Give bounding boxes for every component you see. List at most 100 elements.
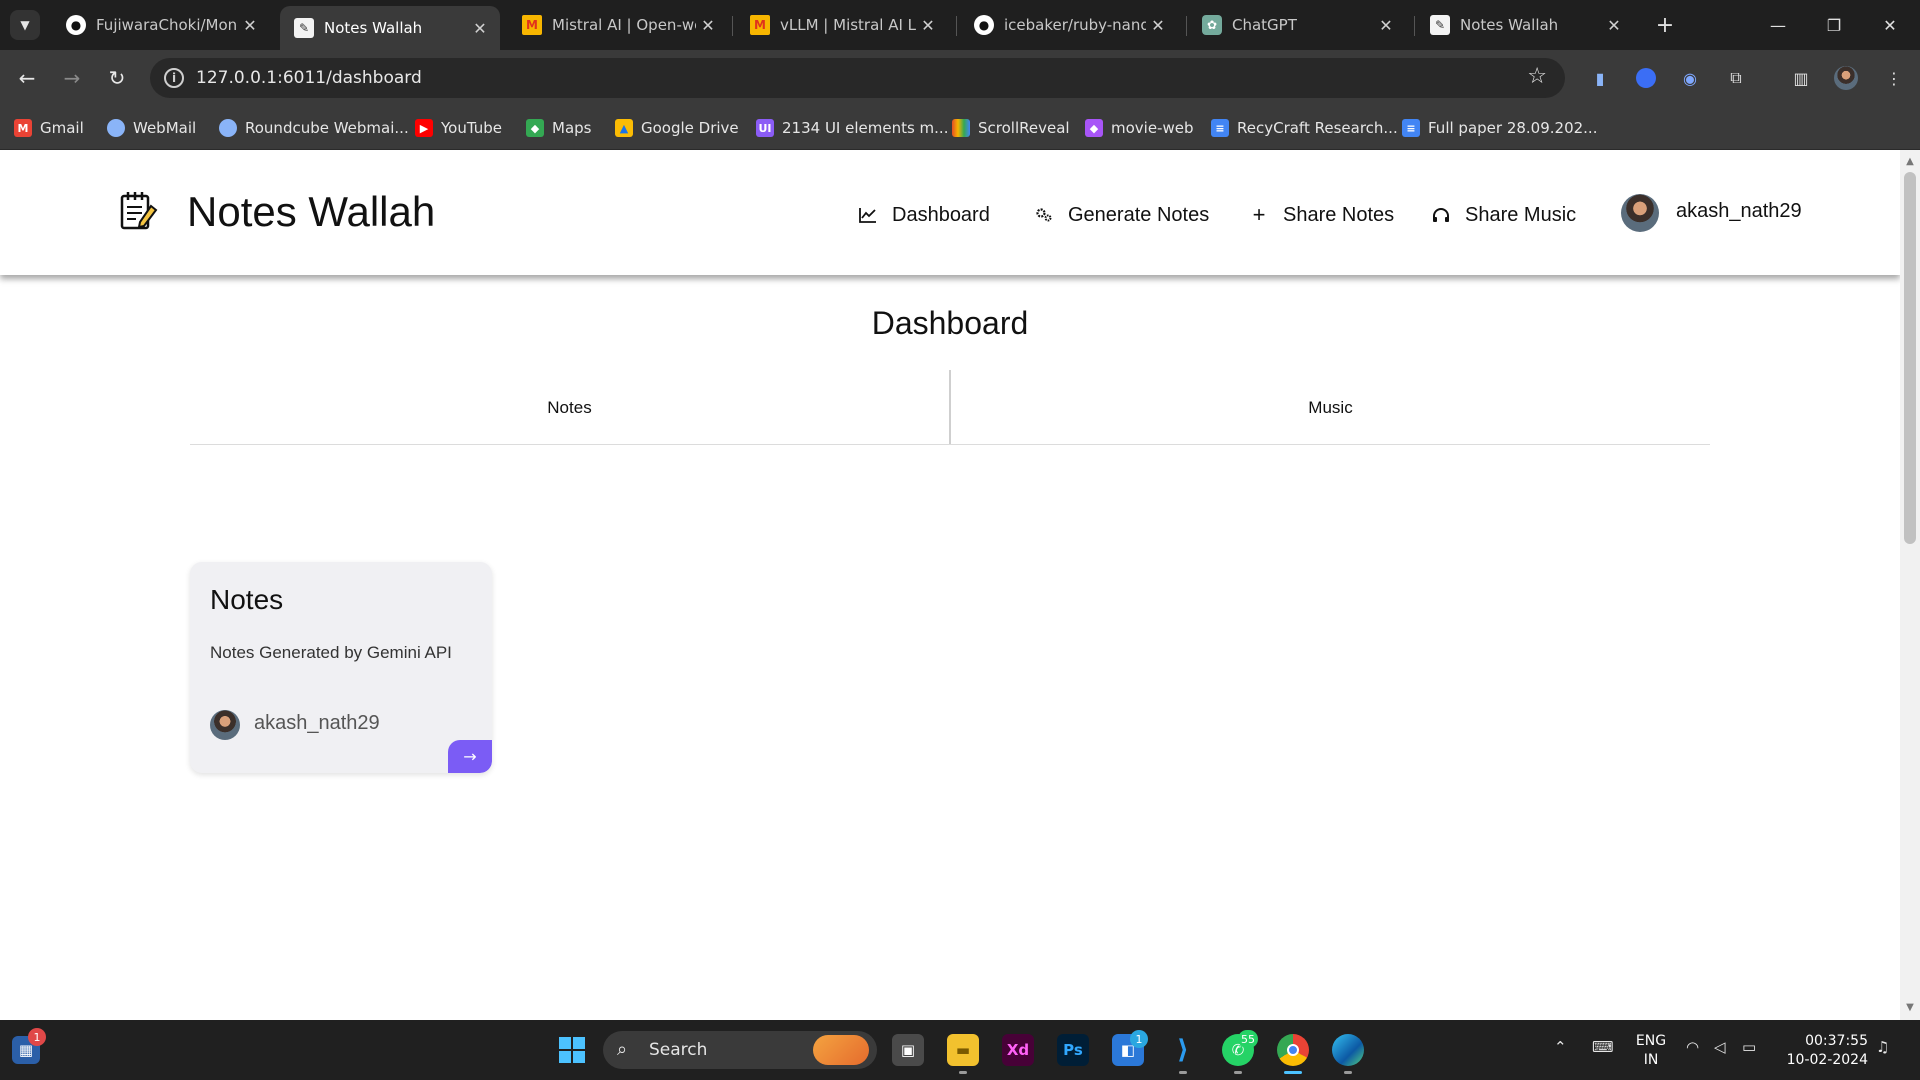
chrome-icon[interactable] [1277,1034,1309,1066]
card-description: Notes Generated by Gemini API [210,643,452,662]
browser-tab[interactable]: ✿ ChatGPT ✕ [1188,6,1406,44]
tab-search-button[interactable]: ▼ [10,10,40,40]
bookmark-ui-elements[interactable]: UI 2134 UI elements m... [756,118,948,138]
close-icon[interactable]: ✕ [1602,16,1626,35]
nav-share-notes[interactable]: + Share Notes [1249,202,1395,228]
open-note-button[interactable]: → [448,740,492,773]
address-bar[interactable]: i 127.0.0.1:6011/dashboard ☆ [150,58,1565,98]
close-icon[interactable]: ✕ [916,16,940,35]
extension-eye-icon[interactable]: ◉ [1678,66,1702,90]
tab-separator [956,16,957,36]
browser-tab-active[interactable]: ✎ Notes Wallah ✕ [280,6,500,50]
bookmark-webmail[interactable]: WebMail [107,118,196,138]
edge-icon[interactable] [1332,1034,1364,1066]
bookmark-roundcube[interactable]: Roundcube Webmai... [219,118,409,138]
close-icon[interactable]: ✕ [238,16,262,35]
bookmark-youtube[interactable]: ▶ YouTube [415,118,502,138]
headphones-icon [1431,205,1451,225]
new-tab-button[interactable]: + [1650,10,1680,40]
browser-tab[interactable]: ● icebaker/ruby-nano- ✕ [960,6,1178,44]
nav-generate-notes[interactable]: Generate Notes [1034,202,1209,228]
mistral-icon: M [750,15,770,35]
page-scrollbar[interactable]: ▲ ▼ [1900,150,1920,1020]
bookmark-star-icon[interactable]: ☆ [1527,64,1547,89]
notepad-logo-icon[interactable] [118,188,158,232]
chatgpt-icon: ✿ [1202,15,1222,35]
tab-music[interactable]: Music [951,370,1710,445]
bookmark-maps[interactable]: ◆ Maps [526,118,591,138]
extensions-puzzle-icon[interactable]: ⧉ [1724,66,1748,90]
nav-share-music[interactable]: Share Music [1431,202,1576,228]
reload-button[interactable]: ↻ [102,63,132,93]
scroll-down-icon[interactable]: ▼ [1904,1002,1916,1014]
photoshop-icon[interactable]: Ps [1057,1034,1089,1066]
bookmark-scrollreveal[interactable]: ScrollReveal [952,118,1070,138]
user-avatar[interactable] [1621,194,1659,232]
bookmark-google-drive[interactable]: ▲ Google Drive [615,118,739,138]
close-window-button[interactable]: ✕ [1870,10,1910,40]
pizza-icon [813,1035,869,1065]
bookmark-full-paper[interactable]: ≡ Full paper 28.09.202... [1402,118,1597,138]
scrollreveal-icon [952,119,970,137]
chevron-up-icon[interactable]: ⌃ [1554,1038,1567,1056]
uiverse-icon: UI [756,119,774,137]
notifications-bell-icon[interactable]: ♫ [1876,1038,1889,1056]
url-text[interactable]: 127.0.0.1:6011/dashboard [196,68,422,88]
tab-separator [732,16,733,36]
tab-notes[interactable]: Notes [190,370,949,445]
notes-wallah-favicon: ✎ [294,18,314,38]
nav-username[interactable]: akash_nath29 [1676,200,1802,223]
browser-tab[interactable]: M Mistral AI | Open-wei ✕ [508,6,728,44]
task-view-icon[interactable]: ▣ [892,1034,924,1066]
app-running-indicator [1344,1071,1352,1074]
bookmark-recycraft[interactable]: ≡ RecyCraft Research... [1211,118,1398,138]
battery-icon[interactable]: ▭ [1742,1038,1756,1056]
browser-toolbar: ← → ↻ i 127.0.0.1:6011/dashboard ☆ ▮ ◉ ⧉… [0,50,1920,106]
taskbar-search[interactable]: ⌕ Search [603,1031,877,1069]
extension-search-icon[interactable] [1636,68,1656,88]
file-explorer-icon[interactable]: ▬ [947,1034,979,1066]
google-drive-icon: ▲ [615,119,633,137]
plus-icon: + [1252,202,1266,227]
page-title: Dashboard [871,305,1029,341]
scroll-up-icon[interactable]: ▲ [1904,156,1916,168]
app-running-indicator [1234,1071,1242,1074]
back-button[interactable]: ← [12,63,42,93]
restore-icon: ❐ [1826,15,1842,35]
browser-menu-icon[interactable]: ⋮ [1882,66,1906,90]
profile-avatar[interactable] [1834,66,1858,90]
extension-docs-icon[interactable]: ▮ [1588,66,1612,90]
vscode-icon[interactable]: ⟩ [1167,1034,1199,1066]
note-card[interactable]: Notes Notes Generated by Gemini API akas… [190,562,492,773]
language-indicator[interactable]: ENG IN [1634,1032,1668,1070]
windows-start-icon[interactable] [556,1034,588,1066]
browser-tab[interactable]: ● FujiwaraChoki/Money ✕ [52,6,270,44]
brand-title[interactable]: Notes Wallah [187,188,435,236]
site-info-icon[interactable]: i [164,68,184,88]
whatsapp-badge: 55 [1238,1030,1258,1048]
bookmark-movie-web[interactable]: ◆ movie-web [1085,118,1194,138]
forward-button[interactable]: → [57,63,87,93]
close-icon[interactable]: ✕ [1374,16,1398,35]
nav-dashboard[interactable]: Dashboard [858,202,990,228]
scrollbar-thumb[interactable] [1904,172,1916,544]
close-icon[interactable]: ✕ [468,19,492,38]
system-clock[interactable]: 00:37:55 10-02-2024 [1778,1032,1868,1070]
bookmark-gmail[interactable]: M Gmail [14,118,84,138]
adobe-xd-icon[interactable]: Xd [1002,1034,1034,1066]
close-icon[interactable]: ✕ [696,16,720,35]
keyboard-icon[interactable]: ⌨ [1592,1038,1614,1056]
side-panel-icon[interactable]: ▥ [1789,66,1813,90]
browser-tab[interactable]: M vLLM | Mistral AI Larg ✕ [736,6,948,44]
wifi-icon[interactable]: ◠ [1686,1038,1699,1056]
volume-icon[interactable]: ◁ [1714,1038,1726,1056]
close-icon[interactable]: ✕ [1146,16,1170,35]
notification-badge: 1 [28,1028,46,1046]
site-navbar: Notes Wallah Dashboard Generate Notes + … [0,150,1900,275]
restore-button[interactable]: ❐ [1814,10,1854,40]
browser-tab[interactable]: ✎ Notes Wallah ✕ [1416,6,1634,44]
app-running-indicator [1179,1071,1187,1074]
arrow-left-icon: ← [18,66,36,90]
google-docs-icon: ≡ [1402,119,1420,137]
minimize-button[interactable]: — [1758,10,1798,40]
